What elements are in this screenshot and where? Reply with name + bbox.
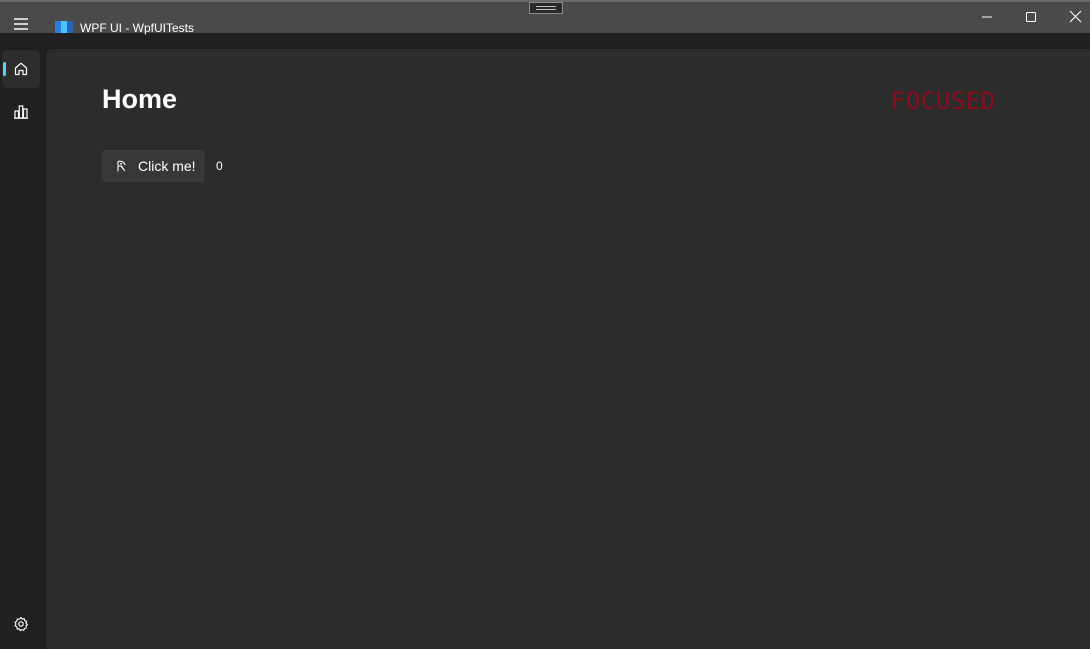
bar-chart-icon [14, 105, 28, 119]
home-icon [14, 62, 28, 76]
active-indicator [3, 62, 6, 76]
fluent-icon [117, 160, 126, 172]
click-counter: 0 [216, 159, 223, 173]
click-me-button[interactable]: Click me! [102, 150, 204, 182]
window-title: WPF UI - WpfUITests [80, 21, 194, 35]
close-icon [1069, 10, 1081, 23]
maximize-icon [1026, 11, 1036, 22]
minimize-button[interactable] [965, 0, 1009, 33]
click-me-label: Click me! [138, 158, 196, 174]
close-button[interactable] [1053, 0, 1090, 33]
navigation-rail [0, 33, 45, 649]
maximize-button[interactable] [1009, 0, 1053, 33]
hamburger-menu-icon[interactable] [8, 14, 34, 34]
page-content: Home FOCUSED Click me! 0 [45, 48, 1090, 649]
wpf-ui-logo-icon [55, 21, 73, 33]
gear-icon [14, 616, 29, 632]
nav-item-settings[interactable] [2, 605, 40, 643]
nav-item-home[interactable] [2, 50, 40, 88]
nav-item-data[interactable] [2, 93, 40, 131]
page-title: Home [102, 84, 178, 114]
minimize-icon [982, 16, 992, 17]
focus-indicator-label: FOCUSED [891, 87, 996, 115]
title-bar[interactable]: WPF UI - WpfUITests [0, 0, 1090, 35]
drag-handle[interactable] [529, 2, 563, 14]
app-window: WPF UI - WpfUITests Home FOCUSED Click m… [0, 0, 1090, 649]
